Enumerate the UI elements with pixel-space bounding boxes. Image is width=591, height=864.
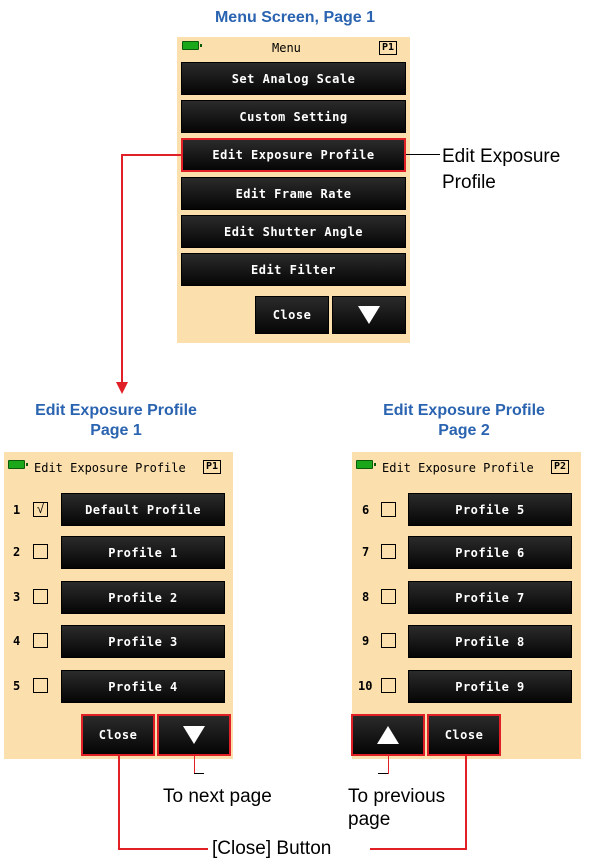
edit-page2-caption-2: Page 2 — [438, 422, 490, 439]
arrow-head-icon — [116, 382, 128, 394]
menu-item-edit-filter[interactable]: Edit Filter — [181, 253, 406, 286]
profile-button[interactable]: Profile 7 — [408, 581, 572, 614]
next-page-button[interactable] — [157, 714, 231, 756]
close-bracket-left-v — [118, 756, 120, 850]
menu-item-custom-setting[interactable]: Custom Setting — [181, 100, 406, 133]
row-number: 1 — [13, 503, 21, 517]
chevron-up-icon — [377, 726, 399, 744]
profile-checkbox[interactable] — [381, 633, 396, 648]
profile-button[interactable]: Profile 1 — [61, 536, 225, 569]
prev-page-leader-h — [378, 773, 388, 774]
connector-line-v — [121, 154, 123, 384]
close-button[interactable]: Close — [255, 296, 329, 334]
profile-button[interactable]: Profile 5 — [408, 493, 572, 526]
profile-button[interactable]: Profile 9 — [408, 670, 572, 703]
profile-checkbox[interactable] — [33, 678, 48, 693]
page-indicator: P1 — [203, 460, 222, 474]
menu-title: Menu — [272, 41, 301, 55]
chevron-down-icon — [183, 726, 205, 744]
edit-page1-title: Edit Exposure Profile — [34, 461, 186, 475]
profile-button[interactable]: Default Profile — [61, 493, 225, 526]
prev-page-note-2: page — [348, 809, 391, 830]
profile-checkbox[interactable] — [33, 544, 48, 559]
profile-button[interactable]: Profile 2 — [61, 581, 225, 614]
close-bracket-left-h — [118, 848, 208, 850]
annotation-line — [406, 154, 440, 155]
row-number: 10 — [358, 679, 373, 693]
menu-caption: Menu Screen, Page 1 — [214, 9, 376, 26]
row-number: 5 — [13, 679, 21, 693]
profile-checkbox[interactable] — [381, 589, 396, 604]
profile-checkbox[interactable] — [381, 502, 396, 517]
profile-checkbox[interactable]: √ — [33, 502, 48, 517]
row-number: 9 — [362, 634, 370, 648]
connector-line-h — [121, 154, 182, 156]
edit-page2-title: Edit Exposure Profile — [382, 461, 534, 475]
close-button-note: [Close] Button — [212, 838, 332, 859]
row-number: 8 — [362, 590, 370, 604]
page-indicator: P1 — [379, 41, 398, 55]
profile-checkbox[interactable] — [381, 678, 396, 693]
close-button[interactable]: Close — [81, 714, 155, 756]
menu-item-set-analog-scale[interactable]: Set Analog Scale — [181, 62, 406, 95]
prev-page-note-1: To previous — [348, 786, 446, 807]
edit-page2-caption-1: Edit Exposure Profile — [383, 402, 545, 419]
profile-button[interactable]: Profile 3 — [61, 625, 225, 658]
next-page-note: To next page — [163, 786, 272, 807]
prev-page-leader — [388, 756, 389, 774]
edit-exposure-profile-annotation: Edit Exposure Profile — [442, 146, 561, 193]
menu-item-edit-frame-rate[interactable]: Edit Frame Rate — [181, 177, 406, 210]
previous-page-button[interactable] — [351, 714, 425, 756]
close-button[interactable]: Close — [427, 714, 501, 756]
profile-checkbox[interactable] — [33, 633, 48, 648]
chevron-down-icon — [358, 306, 380, 324]
next-page-button[interactable] — [332, 296, 406, 334]
profile-checkbox[interactable] — [33, 589, 48, 604]
profile-button[interactable]: Profile 6 — [408, 536, 572, 569]
close-bracket-right-v — [465, 756, 467, 850]
close-bracket-right-h — [370, 848, 467, 850]
row-number: 7 — [362, 545, 370, 559]
profile-checkbox[interactable] — [381, 544, 396, 559]
profile-button[interactable]: Profile 4 — [61, 670, 225, 703]
page-indicator: P2 — [551, 460, 570, 474]
row-number: 3 — [13, 590, 21, 604]
next-page-leader-h — [194, 773, 204, 774]
menu-item-edit-shutter-angle[interactable]: Edit Shutter Angle — [181, 215, 406, 248]
row-number: 6 — [362, 503, 370, 517]
row-number: 2 — [13, 545, 21, 559]
edit-page1-caption-1: Edit Exposure Profile — [35, 402, 197, 419]
profile-button[interactable]: Profile 8 — [408, 625, 572, 658]
battery-icon — [8, 460, 28, 469]
battery-icon — [182, 41, 202, 50]
row-number: 4 — [13, 634, 21, 648]
battery-icon — [356, 460, 376, 469]
edit-page1-caption-2: Page 1 — [90, 422, 142, 439]
next-page-leader — [194, 756, 195, 774]
menu-item-edit-exposure-profile[interactable]: Edit Exposure Profile — [181, 138, 406, 172]
